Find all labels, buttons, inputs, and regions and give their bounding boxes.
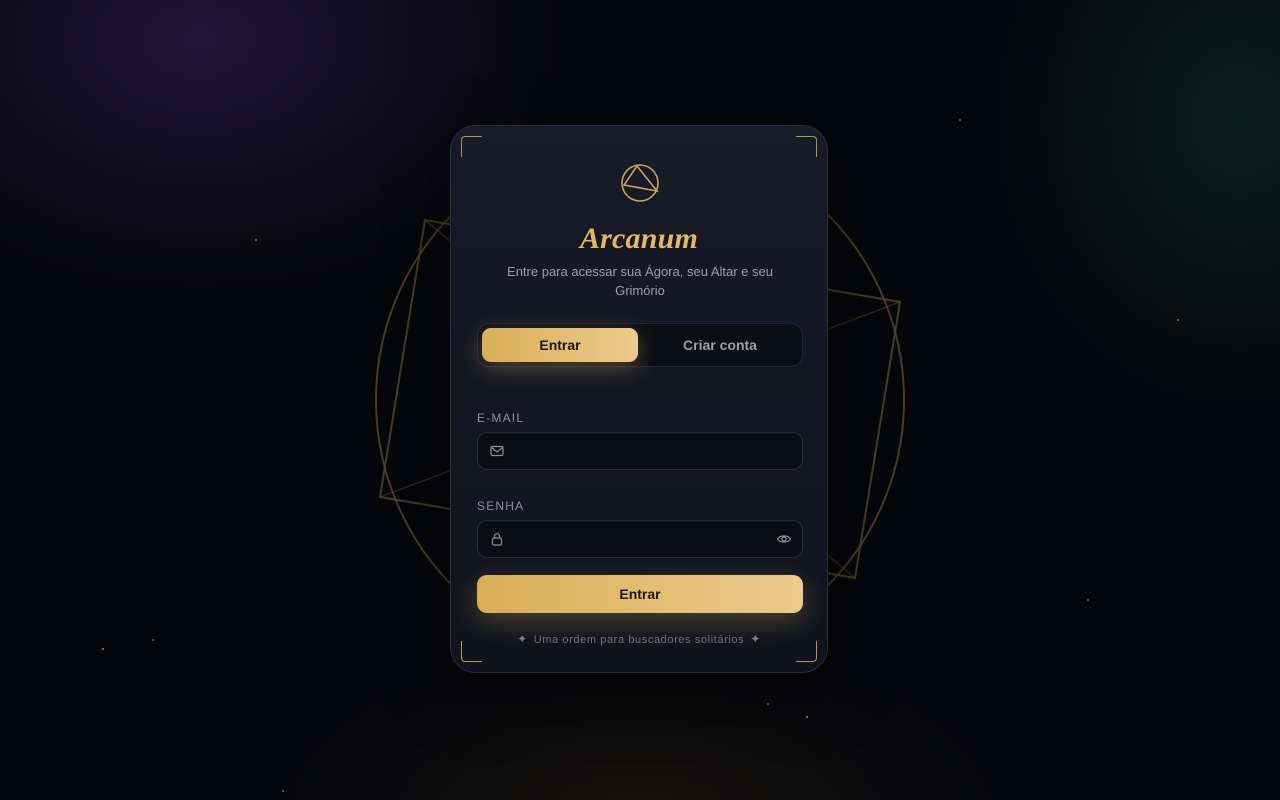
lock-icon	[491, 533, 503, 546]
footer-text: Uma ordem para buscadores solitários	[533, 634, 745, 646]
star	[1177, 319, 1179, 321]
email-input[interactable]	[514, 433, 768, 471]
sparkle-icon: ✦	[750, 632, 761, 646]
mail-icon	[490, 445, 504, 457]
password-label: SENHA	[477, 499, 525, 513]
app-title: Arcanum	[579, 222, 699, 255]
triangle-in-circle-icon	[621, 164, 659, 202]
star	[255, 239, 257, 241]
sparkle-icon: ✦	[517, 632, 528, 646]
login-card: Arcanum Entre para acessar sua Ágora, se…	[450, 125, 828, 673]
app-subtitle: Entre para acessar sua Ágora, seu Altar …	[507, 264, 773, 298]
star	[282, 790, 284, 792]
password-field-wrapper	[477, 520, 803, 559]
corner-ornament	[461, 136, 482, 157]
star	[806, 716, 808, 718]
star	[767, 703, 769, 705]
star	[959, 119, 961, 121]
password-input[interactable]	[514, 521, 768, 559]
submit-button[interactable]: Entrar	[477, 575, 803, 613]
email-label: E-MAIL	[477, 411, 525, 425]
tab-login[interactable]: Entrar	[482, 328, 638, 362]
star	[1087, 599, 1089, 601]
star	[102, 648, 104, 650]
corner-ornament	[796, 136, 817, 157]
footer-tagline: ✦ Uma ordem para buscadores solitários ✦	[451, 632, 827, 646]
auth-tabs: Entrar Criar conta	[477, 323, 803, 367]
email-field-wrapper	[477, 432, 803, 471]
tab-create-account[interactable]: Criar conta	[642, 328, 798, 362]
eye-icon[interactable]	[776, 531, 792, 547]
star	[152, 639, 154, 641]
